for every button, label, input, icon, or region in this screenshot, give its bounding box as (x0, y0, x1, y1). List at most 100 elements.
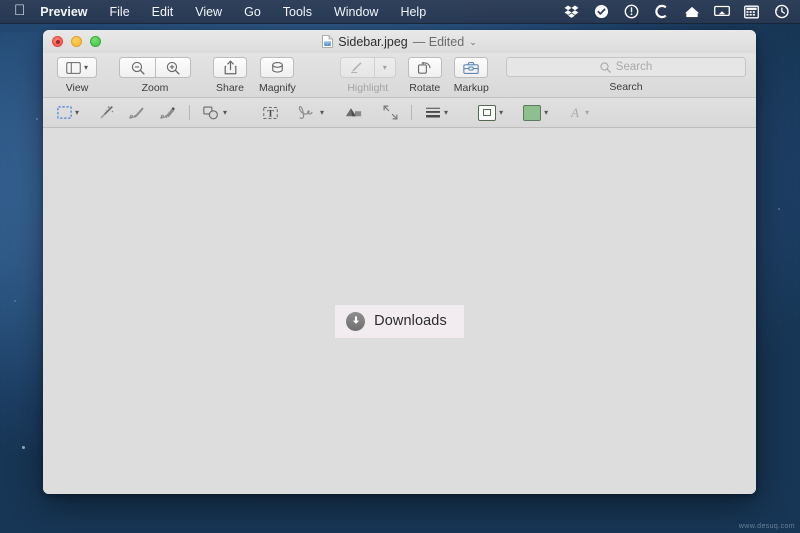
menu-item-go[interactable]: Go (233, 0, 272, 24)
chevron-down-icon: ▾ (223, 108, 228, 117)
chevron-down-icon: ▾ (75, 108, 80, 117)
chevron-down-icon: ▾ (544, 108, 549, 117)
toolbar-label-rotate: Rotate (409, 82, 441, 94)
shapes-icon (203, 105, 220, 120)
svg-text:A: A (570, 106, 580, 120)
toolbar-label-zoom: Zoom (141, 82, 169, 94)
text-tool[interactable]: T (261, 103, 280, 123)
search-input[interactable]: Search (506, 57, 746, 77)
window-titlebar[interactable]: Sidebar.jpeg — Edited ⌄ (43, 30, 756, 53)
menu-item-preview[interactable]: Preview (31, 0, 98, 24)
menu-bar-status-area (563, 3, 800, 20)
highlight-pen-icon (351, 62, 362, 74)
chevron-down-icon: ▾ (320, 108, 325, 117)
zoom-out-icon (131, 61, 145, 75)
signature-icon (298, 105, 317, 120)
menu-item-window[interactable]: Window (323, 0, 389, 24)
main-toolbar: ▾ View Zoom Share Magnify ▾ Highlight Ro… (43, 53, 756, 98)
markup-button[interactable] (454, 57, 489, 78)
text-style-tool[interactable]: A ▾ (566, 103, 591, 123)
border-color-tool[interactable]: ▾ (476, 103, 505, 123)
zoom-out-button[interactable] (119, 57, 155, 78)
share-button[interactable] (213, 57, 247, 78)
grid-keypad-icon[interactable] (743, 3, 760, 20)
highlight-buttons: ▾ (339, 57, 396, 78)
exclamation-circle-icon[interactable] (623, 3, 640, 20)
image-canvas[interactable]: Downloads (43, 128, 756, 494)
jpeg-document-icon (322, 35, 334, 48)
instant-alpha-tool[interactable] (97, 103, 116, 123)
menu-bar-left:  Preview File Edit View Go Tools Window… (0, 0, 437, 24)
toolbar-label-markup: Markup (453, 82, 489, 94)
toolbar-group-rotate: Rotate (407, 57, 442, 94)
zoom-in-icon (166, 61, 180, 75)
toolbar-group-view: ▾ View (57, 57, 97, 94)
chevron-down-icon: ▾ (382, 63, 387, 72)
rotate-icon (418, 61, 431, 74)
magic-wand-icon (99, 105, 114, 120)
menu-item-help[interactable]: Help (389, 0, 437, 24)
close-button[interactable] (52, 36, 63, 47)
fill-color-swatch-icon (523, 104, 542, 121)
clock-history-icon[interactable] (773, 3, 790, 20)
apple-logo-icon[interactable]:  (14, 0, 31, 23)
chevron-down-icon: ▾ (499, 108, 504, 117)
toolbar-label-search: Search (609, 81, 643, 93)
wallpaper-star (36, 118, 38, 120)
draw-tool[interactable] (157, 103, 178, 123)
wallpaper-star (778, 208, 780, 210)
menu-item-file[interactable]: File (99, 0, 141, 24)
rotate-button[interactable] (407, 57, 442, 78)
sketch-pencil-icon (128, 106, 145, 120)
menu-item-view[interactable]: View (184, 0, 233, 24)
fill-color-tool[interactable]: ▾ (521, 103, 550, 123)
selection-tool[interactable]: ▾ (55, 103, 81, 123)
traffic-lights (43, 36, 101, 47)
shapes-tool[interactable]: ▾ (201, 103, 229, 123)
checkmark-circle-icon[interactable] (593, 3, 610, 20)
zoom-buttons (119, 57, 191, 78)
downloads-label: Downloads (374, 313, 447, 329)
prism-adjust-icon (344, 106, 363, 120)
text-box-icon: T (263, 106, 278, 120)
c-letter-icon[interactable] (653, 3, 670, 20)
line-weight-icon (425, 106, 441, 119)
dropbox-icon[interactable] (563, 3, 580, 20)
share-buttons (213, 57, 247, 78)
toolbar-label-highlight: Highlight (347, 82, 389, 94)
downloads-annotation[interactable]: Downloads (335, 304, 464, 338)
adjust-size-tool[interactable] (381, 103, 400, 123)
window-title-text: Sidebar.jpeg (338, 34, 408, 49)
wallpaper-star (22, 446, 25, 449)
shape-style-tool[interactable]: ▾ (423, 103, 450, 123)
maximize-button[interactable] (90, 36, 101, 47)
minimize-button[interactable] (71, 36, 82, 47)
magnify-loupe-icon (272, 61, 283, 73)
search-icon (600, 61, 611, 73)
highlight-button[interactable] (339, 57, 374, 78)
draw-pen-icon (159, 106, 176, 120)
highlight-options-button[interactable]: ▾ (373, 57, 396, 78)
markup-buttons (454, 57, 489, 78)
watermark: www.desuq.com (738, 523, 795, 530)
menu-bar:  Preview File Edit View Go Tools Window… (0, 0, 800, 24)
home-icon[interactable] (683, 3, 700, 20)
menu-item-tools[interactable]: Tools (272, 0, 323, 24)
toolbar-label-share: Share (215, 82, 245, 94)
chevron-down-icon[interactable]: ⌄ (469, 37, 477, 48)
toolbar-divider (189, 105, 191, 120)
menu-item-edit[interactable]: Edit (141, 0, 185, 24)
share-icon (224, 60, 236, 75)
border-color-swatch-icon (478, 104, 497, 121)
magnify-button[interactable] (260, 57, 295, 78)
adjust-color-tool[interactable] (342, 103, 365, 123)
magnify-buttons (260, 57, 295, 78)
airplay-icon[interactable] (713, 3, 730, 20)
view-sidebar-button[interactable]: ▾ (57, 57, 97, 78)
wallpaper-star (14, 300, 16, 302)
signature-tool[interactable]: ▾ (296, 103, 326, 123)
sketch-tool[interactable] (126, 103, 147, 123)
chevron-down-icon: ▾ (585, 108, 590, 117)
toolbar-group-highlight: ▾ Highlight (339, 57, 396, 94)
zoom-in-button[interactable] (155, 57, 191, 78)
